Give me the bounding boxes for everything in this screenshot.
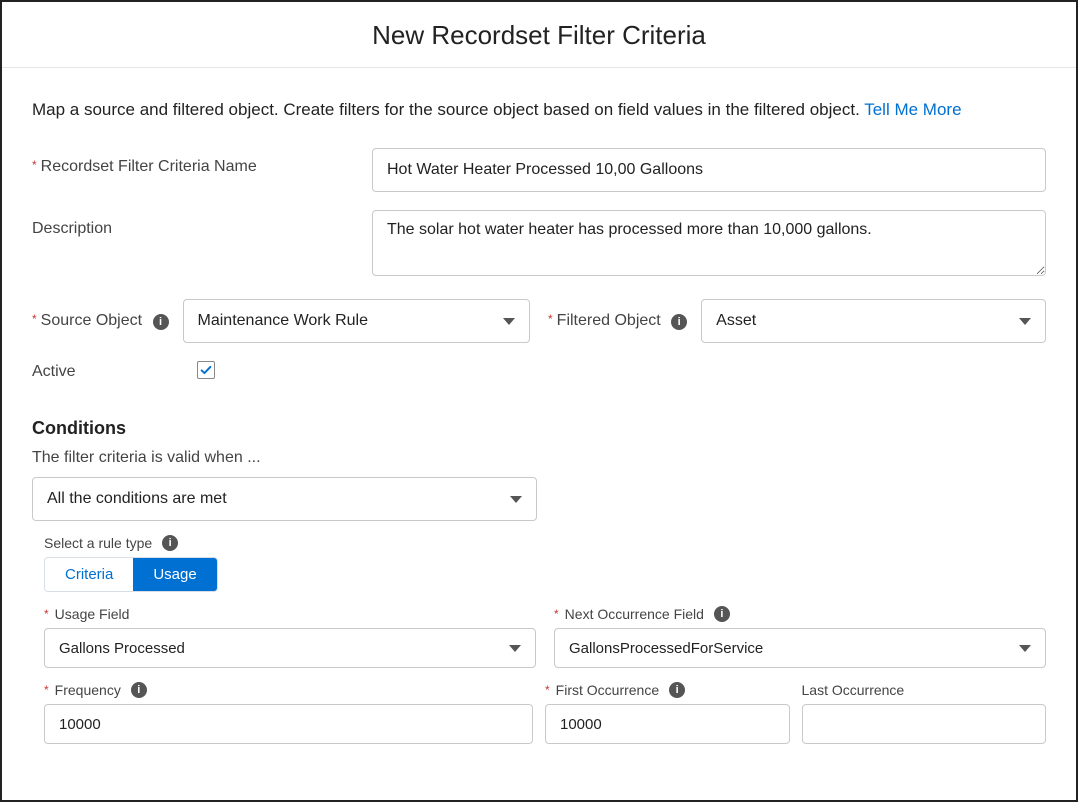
tab-criteria[interactable]: Criteria (45, 558, 133, 591)
row-usage-fields: *Usage Field Gallons Processed *Next Occ… (44, 606, 1046, 668)
filtered-object-value: Asset (716, 312, 1019, 330)
check-icon (199, 363, 213, 377)
conditions-heading: Conditions (32, 418, 1046, 439)
row-occurrence: *Frequency i *First Occurrence i Last Oc… (44, 682, 1046, 744)
info-icon[interactable]: i (131, 682, 147, 698)
next-occurrence-value: GallonsProcessedForService (569, 640, 1019, 657)
row-objects: Source Object i Maintenance Work Rule Fi… (32, 299, 1046, 343)
row-description: Description (32, 210, 1046, 281)
label-usage-field-text: Usage Field (55, 606, 130, 622)
label-last-occurrence: Last Occurrence (802, 682, 1047, 698)
label-usage-field: *Usage Field (44, 606, 536, 622)
chevron-down-icon (503, 318, 515, 325)
label-source-object-text: Source Object (32, 312, 142, 329)
info-icon[interactable]: i (669, 682, 685, 698)
frequency-input[interactable] (44, 704, 533, 744)
label-source-object: Source Object i (32, 312, 169, 330)
label-first-occurrence-text: First Occurrence (556, 682, 659, 698)
dialog-header: New Recordset Filter Criteria (2, 2, 1076, 68)
next-occurrence-select[interactable]: GallonsProcessedForService (554, 628, 1046, 668)
field-description (372, 210, 1046, 281)
source-object-select[interactable]: Maintenance Work Rule (183, 299, 530, 343)
last-occurrence-input[interactable] (802, 704, 1047, 744)
label-next-occurrence-text: Next Occurrence Field (565, 606, 704, 622)
condition-logic-select[interactable]: All the conditions are met (32, 477, 537, 521)
intro-text-content: Map a source and filtered object. Create… (32, 100, 864, 119)
col-next-occurrence: *Next Occurrence Field i GallonsProcesse… (554, 606, 1046, 668)
cell-filtered-object: Filtered Object i Asset (548, 299, 1046, 343)
tab-usage[interactable]: Usage (133, 558, 216, 591)
filtered-object-select[interactable]: Asset (701, 299, 1046, 343)
label-name-text: Recordset Filter Criteria Name (32, 158, 257, 175)
label-filtered-object-text: Filtered Object (548, 312, 661, 329)
usage-field-select[interactable]: Gallons Processed (44, 628, 536, 668)
tell-me-more-link[interactable]: Tell Me More (864, 100, 961, 119)
label-filtered-object: Filtered Object i (548, 312, 687, 330)
rule-type-label: Select a rule type i (44, 535, 1046, 551)
name-input[interactable] (372, 148, 1046, 192)
usage-field-value: Gallons Processed (59, 640, 509, 657)
col-usage-field: *Usage Field Gallons Processed (44, 606, 536, 668)
field-name (372, 148, 1046, 192)
chevron-down-icon (509, 645, 521, 652)
label-frequency-text: Frequency (55, 682, 121, 698)
rule-type-label-text: Select a rule type (44, 535, 152, 551)
rule-type-toggle: Criteria Usage (44, 557, 218, 592)
row-name: Recordset Filter Criteria Name (32, 148, 1046, 192)
description-textarea[interactable] (372, 210, 1046, 276)
chevron-down-icon (1019, 318, 1031, 325)
info-icon[interactable]: i (153, 314, 169, 330)
conditions-sub-area: Select a rule type i Criteria Usage *Usa… (32, 535, 1046, 744)
label-active: Active (32, 363, 197, 381)
col-frequency: *Frequency i (44, 682, 533, 744)
dialog-frame: New Recordset Filter Criteria Map a sour… (0, 0, 1078, 802)
dialog-body: Map a source and filtered object. Create… (2, 68, 1076, 744)
col-first-occurrence: *First Occurrence i (545, 682, 790, 744)
first-occurrence-input[interactable] (545, 704, 790, 744)
source-object-value: Maintenance Work Rule (198, 312, 503, 330)
row-active: Active (32, 361, 1046, 382)
intro-text: Map a source and filtered object. Create… (32, 100, 1046, 120)
chevron-down-icon (510, 496, 522, 503)
info-icon[interactable]: i (714, 606, 730, 622)
label-frequency: *Frequency i (44, 682, 533, 698)
label-description: Description (32, 210, 372, 238)
field-active (197, 361, 215, 382)
info-icon[interactable]: i (671, 314, 687, 330)
info-icon[interactable]: i (162, 535, 178, 551)
label-next-occurrence: *Next Occurrence Field i (554, 606, 1046, 622)
cell-source-object: Source Object i Maintenance Work Rule (32, 299, 530, 343)
label-name: Recordset Filter Criteria Name (32, 148, 372, 176)
conditions-helper: The filter criteria is valid when ... (32, 449, 1046, 467)
active-checkbox[interactable] (197, 361, 215, 379)
dialog-title: New Recordset Filter Criteria (2, 20, 1076, 51)
label-first-occurrence: *First Occurrence i (545, 682, 790, 698)
label-last-occurrence-text: Last Occurrence (802, 682, 905, 698)
chevron-down-icon (1019, 645, 1031, 652)
condition-logic-value: All the conditions are met (47, 490, 510, 508)
col-last-occurrence: Last Occurrence (802, 682, 1047, 744)
